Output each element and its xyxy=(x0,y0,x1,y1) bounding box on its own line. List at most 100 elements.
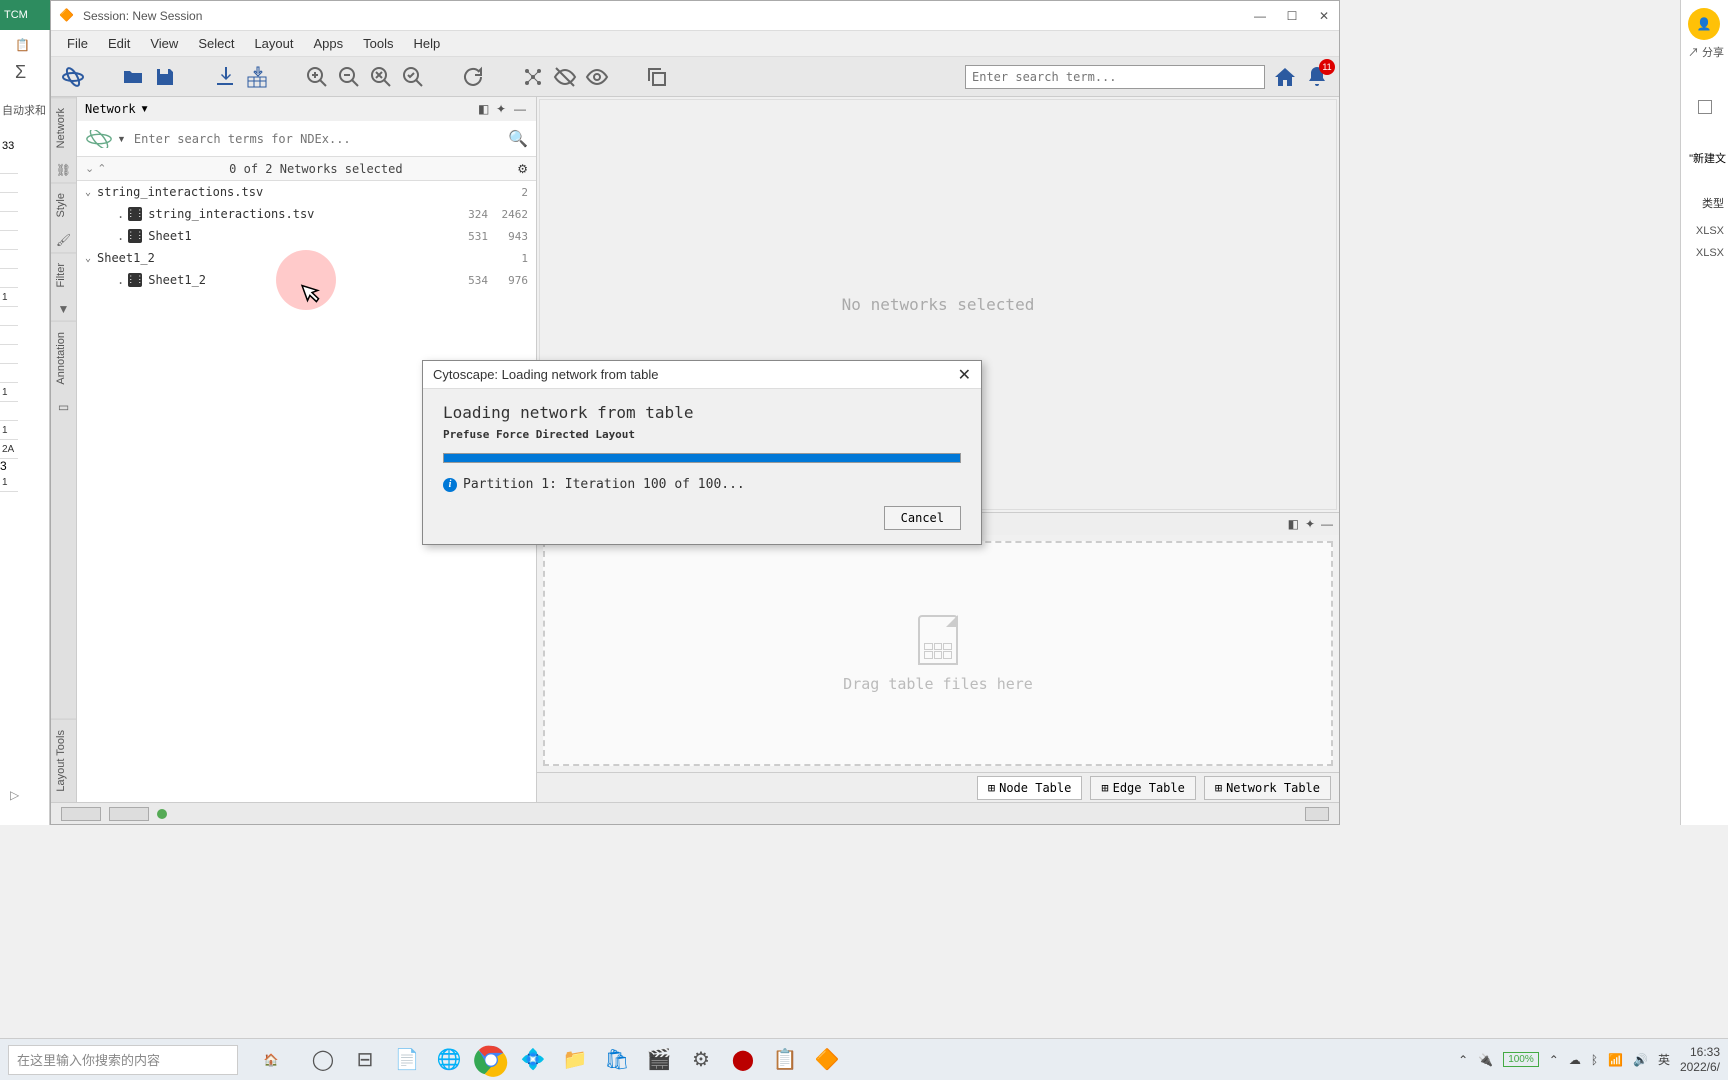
taskbar-search[interactable]: 在这里输入你搜索的内容 xyxy=(8,1045,238,1075)
tree-collection[interactable]: ⌄ string_interactions.tsv 2 xyxy=(77,181,536,203)
bluetooth-icon[interactable]: ᛒ xyxy=(1591,1053,1598,1067)
cell[interactable] xyxy=(0,269,18,288)
app-icon[interactable]: 💠 xyxy=(516,1043,550,1077)
memory-indicator[interactable] xyxy=(61,807,101,821)
cell[interactable]: 3 xyxy=(0,459,18,473)
ndex-search-input[interactable] xyxy=(130,128,504,150)
home-icon[interactable] xyxy=(1273,65,1297,89)
cell[interactable] xyxy=(0,402,18,421)
float-icon[interactable]: ✦ xyxy=(1305,517,1315,531)
ime-indicator[interactable]: 英 xyxy=(1658,1051,1670,1068)
dropdown-icon[interactable]: ▼ xyxy=(117,134,126,144)
weather-widget[interactable]: 🏠 xyxy=(246,1040,296,1080)
tree-network[interactable]: . ⋮⋮ Sheet1 531 943 xyxy=(77,225,536,247)
cell[interactable] xyxy=(0,307,18,326)
tray-chevron-icon[interactable]: ⌃ xyxy=(1458,1053,1468,1067)
explorer-icon[interactable]: 📁 xyxy=(558,1043,592,1077)
cell[interactable]: 1 xyxy=(0,421,18,440)
tab-node-table[interactable]: ⊞Node Table xyxy=(977,776,1082,800)
paste-icon[interactable]: 📋 xyxy=(15,38,35,58)
cytoscape-icon[interactable]: 🔶 xyxy=(810,1043,844,1077)
onedrive-icon[interactable]: ☁ xyxy=(1569,1053,1581,1067)
sum-icon[interactable]: Σ xyxy=(15,62,35,82)
menu-apps[interactable]: Apps xyxy=(306,32,352,55)
chrome-icon[interactable] xyxy=(474,1043,508,1077)
battery-indicator[interactable]: 100% xyxy=(1503,1052,1539,1067)
cell[interactable] xyxy=(0,155,18,174)
edge-icon[interactable]: 🌐 xyxy=(432,1043,466,1077)
settings-icon[interactable]: ⚙ xyxy=(684,1043,718,1077)
office-icon[interactable]: 📄 xyxy=(390,1043,424,1077)
maximize-button[interactable]: ☐ xyxy=(1285,9,1299,23)
tree-collection[interactable]: ⌄ Sheet1_2 1 xyxy=(77,247,536,269)
side-tab-filter[interactable]: Filter xyxy=(51,252,76,297)
menu-help[interactable]: Help xyxy=(406,32,449,55)
dialog-titlebar[interactable]: Cytoscape: Loading network from table ✕ xyxy=(423,361,981,389)
side-tab-annotation[interactable]: Annotation xyxy=(51,321,76,395)
ndex-logo-icon[interactable] xyxy=(85,130,113,148)
memory-indicator[interactable] xyxy=(109,807,149,821)
zoom-in-icon[interactable] xyxy=(305,65,329,89)
dropdown-icon[interactable]: ▼ xyxy=(140,104,150,115)
side-tab-network[interactable]: Network xyxy=(51,97,76,158)
toolbar-search-input[interactable] xyxy=(965,65,1265,89)
menu-tools[interactable]: Tools xyxy=(355,32,401,55)
cell[interactable] xyxy=(0,231,18,250)
volume-icon[interactable]: 🔊 xyxy=(1633,1053,1648,1067)
cytoscape-logo-icon[interactable] xyxy=(61,65,85,89)
notification-bell-icon[interactable]: 11 xyxy=(1305,65,1329,89)
menu-view[interactable]: View xyxy=(142,32,186,55)
video-icon[interactable]: 🎬 xyxy=(642,1043,676,1077)
status-button[interactable] xyxy=(1305,807,1329,821)
menu-layout[interactable]: Layout xyxy=(246,32,301,55)
cell[interactable] xyxy=(0,345,18,364)
zoom-selected-icon[interactable] xyxy=(401,65,425,89)
tray-chevron-icon[interactable]: ⌃ xyxy=(1549,1053,1559,1067)
zoom-out-icon[interactable] xyxy=(337,65,361,89)
collapse-icon[interactable]: ⌄ ⌃ xyxy=(85,162,107,175)
menu-edit[interactable]: Edit xyxy=(100,32,138,55)
scroll-right-icon[interactable]: ▷ xyxy=(10,788,19,802)
wifi-icon[interactable]: 📶 xyxy=(1608,1053,1623,1067)
zoom-fit-icon[interactable] xyxy=(369,65,393,89)
tab-network-table[interactable]: ⊞Network Table xyxy=(1204,776,1331,800)
caret-down-icon[interactable]: ⌄ xyxy=(85,187,97,198)
network-label[interactable]: Network xyxy=(85,102,136,116)
cell[interactable]: 2A xyxy=(0,440,18,459)
tree-network[interactable]: . ⋮⋮ string_interactions.tsv 324 2462 xyxy=(77,203,536,225)
float-icon[interactable]: ✦ xyxy=(496,102,510,116)
tree-network[interactable]: . ⋮⋮ Sheet1_2 534 976 xyxy=(77,269,536,291)
cell[interactable]: 1 xyxy=(0,473,18,492)
hide-icon[interactable] xyxy=(553,65,577,89)
power-icon[interactable]: 🔌 xyxy=(1478,1053,1493,1067)
dock-icon[interactable]: ◧ xyxy=(478,102,492,116)
cell[interactable] xyxy=(0,174,18,193)
caret-down-icon[interactable]: ⌄ xyxy=(85,253,97,264)
cell[interactable] xyxy=(0,250,18,269)
cell[interactable] xyxy=(0,193,18,212)
cell[interactable] xyxy=(0,212,18,231)
app-icon[interactable]: 📋 xyxy=(768,1043,802,1077)
minimize-panel-icon[interactable]: — xyxy=(514,102,528,116)
tab-edge-table[interactable]: ⊞Edge Table xyxy=(1090,776,1195,800)
import-network-icon[interactable] xyxy=(213,65,237,89)
share-label[interactable]: ↗ 分享 xyxy=(1688,44,1724,60)
search-icon[interactable]: 🔍 xyxy=(508,129,528,149)
cell[interactable] xyxy=(0,364,18,383)
store-icon[interactable]: 🛍 xyxy=(600,1043,634,1077)
first-neighbors-icon[interactable] xyxy=(521,65,545,89)
cell[interactable] xyxy=(0,326,18,345)
side-tab-style[interactable]: Style xyxy=(51,182,76,227)
close-icon[interactable]: ✕ xyxy=(958,365,971,385)
minimize-panel-icon[interactable]: — xyxy=(1321,517,1333,531)
menu-file[interactable]: File xyxy=(59,32,96,55)
cell[interactable]: 1 xyxy=(0,288,18,307)
menu-select[interactable]: Select xyxy=(190,32,242,55)
copy-icon[interactable] xyxy=(645,65,669,89)
table-drop-zone[interactable]: Drag table files here xyxy=(543,541,1333,766)
clock[interactable]: 16:33 2022/6/ xyxy=(1680,1045,1720,1074)
gear-icon[interactable]: ⚙ xyxy=(517,162,528,176)
side-tab-layout-tools[interactable]: Layout Tools xyxy=(51,719,76,802)
titlebar[interactable]: 🔶 Session: New Session — ☐ ✕ xyxy=(51,1,1339,31)
save-icon[interactable] xyxy=(153,65,177,89)
